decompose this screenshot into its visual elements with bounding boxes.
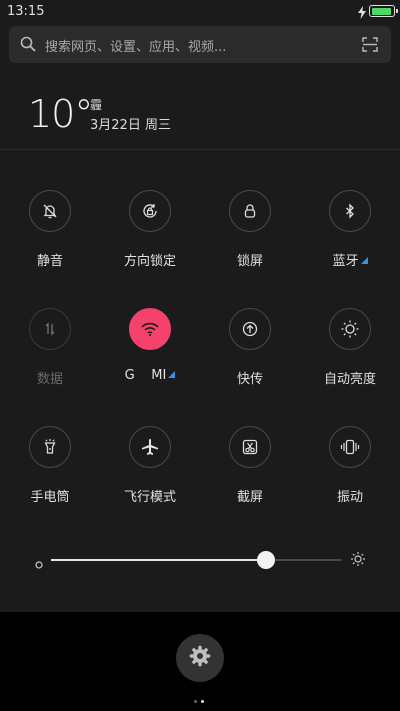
status-time: 13:15: [7, 4, 45, 19]
toggle-wifi[interactable]: G MI: [100, 308, 200, 398]
page-dot-active: [201, 700, 204, 703]
brightness-low-icon: [34, 555, 44, 574]
upload-icon: [229, 308, 271, 350]
brightness-control: [0, 540, 400, 580]
sun-icon: [329, 308, 371, 350]
more-indicator-icon: [360, 257, 368, 264]
data-arrows-icon: [29, 308, 71, 350]
toggle-data[interactable]: 数据: [0, 308, 100, 398]
weather-date: 3月22日 周三: [90, 118, 171, 133]
wifi-icon: [129, 308, 171, 350]
toggle-label: 飞行模式: [123, 490, 176, 505]
toggle-label: 截屏: [236, 490, 263, 505]
scan-icon[interactable]: [362, 37, 378, 56]
brightness-high-icon: [350, 551, 366, 571]
more-indicator-icon: [168, 371, 176, 378]
toggle-flashlight[interactable]: 手电筒: [0, 426, 100, 516]
battery-level: [371, 7, 391, 15]
vibrate-icon: [329, 426, 371, 468]
weather-temperature: 10°: [28, 92, 93, 136]
status-bar: 13:15: [0, 0, 400, 24]
toggle-label: 自动亮度: [323, 372, 376, 387]
toggle-bluetooth[interactable]: 蓝牙: [300, 190, 400, 280]
scissors-icon: [229, 426, 271, 468]
toggle-label: G MI: [100, 368, 200, 383]
toggle-label: 振动: [336, 490, 363, 505]
brightness-slider[interactable]: [51, 551, 341, 569]
toggle-lock-screen[interactable]: 锁屏: [200, 190, 300, 280]
charging-icon: [358, 4, 366, 23]
toggle-label: 快传: [236, 372, 263, 387]
gear-icon: [189, 645, 211, 671]
search-bar[interactable]: 搜索网页、设置、应用、视频...: [9, 26, 391, 63]
bluetooth-icon: [329, 190, 371, 232]
toggle-label: 静音: [36, 254, 63, 269]
toggle-label: 蓝牙: [300, 250, 400, 269]
toggle-airplane[interactable]: 飞行模式: [100, 426, 200, 516]
battery-icon: [369, 5, 398, 17]
toggle-mute[interactable]: 静音: [0, 190, 100, 280]
toggle-label: 锁屏: [236, 254, 263, 269]
lock-icon: [229, 190, 271, 232]
flashlight-icon: [29, 426, 71, 468]
rotation-lock-icon: [129, 190, 171, 232]
page-indicator: [194, 688, 208, 707]
toggle-screenshot[interactable]: 截屏: [200, 426, 300, 516]
toggle-rotation-lock[interactable]: 方向锁定: [100, 190, 200, 280]
bell-slash-icon: [29, 190, 71, 232]
airplane-icon: [129, 426, 171, 468]
toggle-auto-brightness[interactable]: 自动亮度: [300, 308, 400, 398]
weather-condition: 霾: [90, 98, 103, 112]
toggle-vibrate[interactable]: 振动: [300, 426, 400, 516]
brightness-slider-thumb[interactable]: [256, 551, 275, 569]
search-input[interactable]: 搜索网页、设置、应用、视频...: [45, 36, 226, 55]
search-icon: [20, 36, 36, 56]
toggle-label: 手电筒: [30, 490, 70, 505]
toggle-label: 数据: [36, 372, 63, 387]
settings-button[interactable]: [176, 634, 224, 682]
bottom-bar: [0, 612, 400, 711]
toggle-label: 方向锁定: [123, 254, 176, 269]
brightness-slider-fill: [51, 559, 266, 561]
page-dot: [194, 700, 197, 703]
toggle-quick-share[interactable]: 快传: [200, 308, 300, 398]
weather-widget[interactable]: 10° 霾 3月22日 周三: [0, 64, 400, 150]
